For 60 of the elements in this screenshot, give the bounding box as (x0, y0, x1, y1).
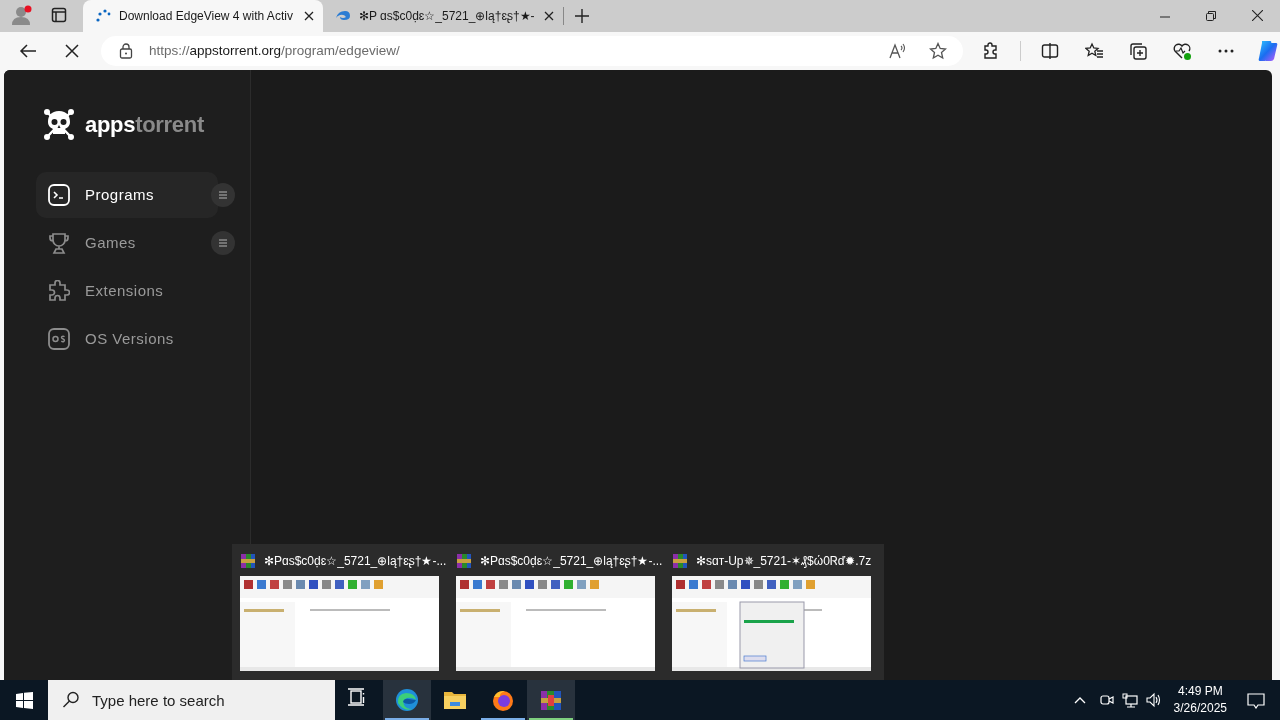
heart-pulse-icon[interactable] (1173, 42, 1191, 60)
taskbar-search-field[interactable]: Type here to search (48, 680, 335, 720)
os-badge-icon (48, 328, 70, 350)
extensions-icon[interactable] (982, 42, 1000, 60)
tab-title: ✻P ɑs$c0ḍɛ☆_5721_⊕lą†ɛʂ†★- (359, 8, 535, 25)
volume-icon[interactable] (1145, 692, 1162, 708)
archive-app-icon (456, 552, 472, 569)
clock-date[interactable]: 3/26/2025 (1173, 700, 1227, 717)
favorites-icon[interactable] (1085, 42, 1103, 60)
browser-app-icon (395, 688, 419, 712)
stop-loading-icon[interactable] (64, 43, 80, 59)
close-icon[interactable] (303, 10, 315, 22)
read-aloud-icon[interactable] (889, 42, 907, 60)
clock-time[interactable]: 4:49 PM (1177, 683, 1223, 700)
taskbar-app-button[interactable] (383, 680, 431, 720)
nav-item[interactable]: Extensions (36, 268, 218, 314)
close-icon[interactable] (543, 10, 555, 22)
chevron-up-icon[interactable] (1073, 695, 1086, 705)
submenu-toggle-icon[interactable] (211, 183, 235, 207)
nav-item[interactable]: OS Versions (36, 316, 218, 362)
terminal-icon (48, 184, 70, 206)
window-thumbnail-drawing[interactable] (240, 576, 439, 671)
preview-title: ✻Pɑs$c0ḍɛ☆_5721_⊕lą†ɛʂ†★-... (480, 552, 663, 570)
profile-icon[interactable] (11, 5, 32, 26)
lock-icon (119, 43, 133, 59)
copilot-icon[interactable] (1256, 39, 1280, 63)
puzzle-icon (48, 280, 70, 302)
close-window-icon[interactable] (1252, 10, 1263, 21)
new-tab-icon[interactable] (574, 8, 590, 24)
archive-app-icon (240, 552, 256, 569)
window-thumbnail-drawing[interactable] (456, 576, 655, 671)
taskbar-app-button[interactable] (527, 680, 575, 720)
tab-actions-icon[interactable] (51, 7, 67, 23)
camera-icon[interactable] (1098, 692, 1114, 708)
nav-item[interactable]: Games (36, 220, 218, 266)
nav-item[interactable]: Programs (36, 172, 218, 218)
collections-icon[interactable] (1129, 42, 1147, 60)
windows-start-icon[interactable] (16, 691, 33, 709)
address-bar[interactable]: https://appstorrent.org/program/edgeview/ (101, 36, 963, 66)
submenu-toggle-icon[interactable] (211, 231, 235, 255)
tab-title: Download EdgeView 4 with Activ (119, 8, 294, 25)
browser-tab[interactable]: ✻P ɑs$c0ḍɛ☆_5721_⊕lą†ɛʂ†★- (323, 0, 563, 32)
loading-spinner-icon (95, 8, 111, 24)
back-icon[interactable] (19, 42, 37, 60)
preview-title: ✻Pɑs$c0ḍɛ☆_5721_⊕lą†ɛʂ†★-... (264, 552, 447, 570)
archive-app-icon (672, 552, 688, 569)
fox-browser-icon (491, 688, 515, 712)
network-icon[interactable] (1121, 692, 1138, 708)
restore-icon[interactable] (1206, 11, 1216, 21)
notification-icon[interactable] (1247, 691, 1265, 709)
preview-title: ✻sɑт-Up✵_5721-✶₰$ώ0Ꮢď✹.7z (696, 552, 872, 570)
split-screen-icon[interactable] (1041, 42, 1059, 60)
browser-tab[interactable]: Download EdgeView 4 with Activ (83, 0, 323, 32)
favorite-star-icon[interactable] (929, 42, 947, 60)
window-thumbnail-drawing[interactable] (672, 576, 871, 671)
archive-app-icon (539, 688, 563, 712)
skull-logo-icon[interactable] (43, 108, 75, 141)
trophy-icon (48, 232, 70, 254)
url-text: https://appstorrent.org/program/edgeview/ (149, 41, 400, 60)
site-logo-text[interactable]: appstorrent (85, 108, 204, 141)
